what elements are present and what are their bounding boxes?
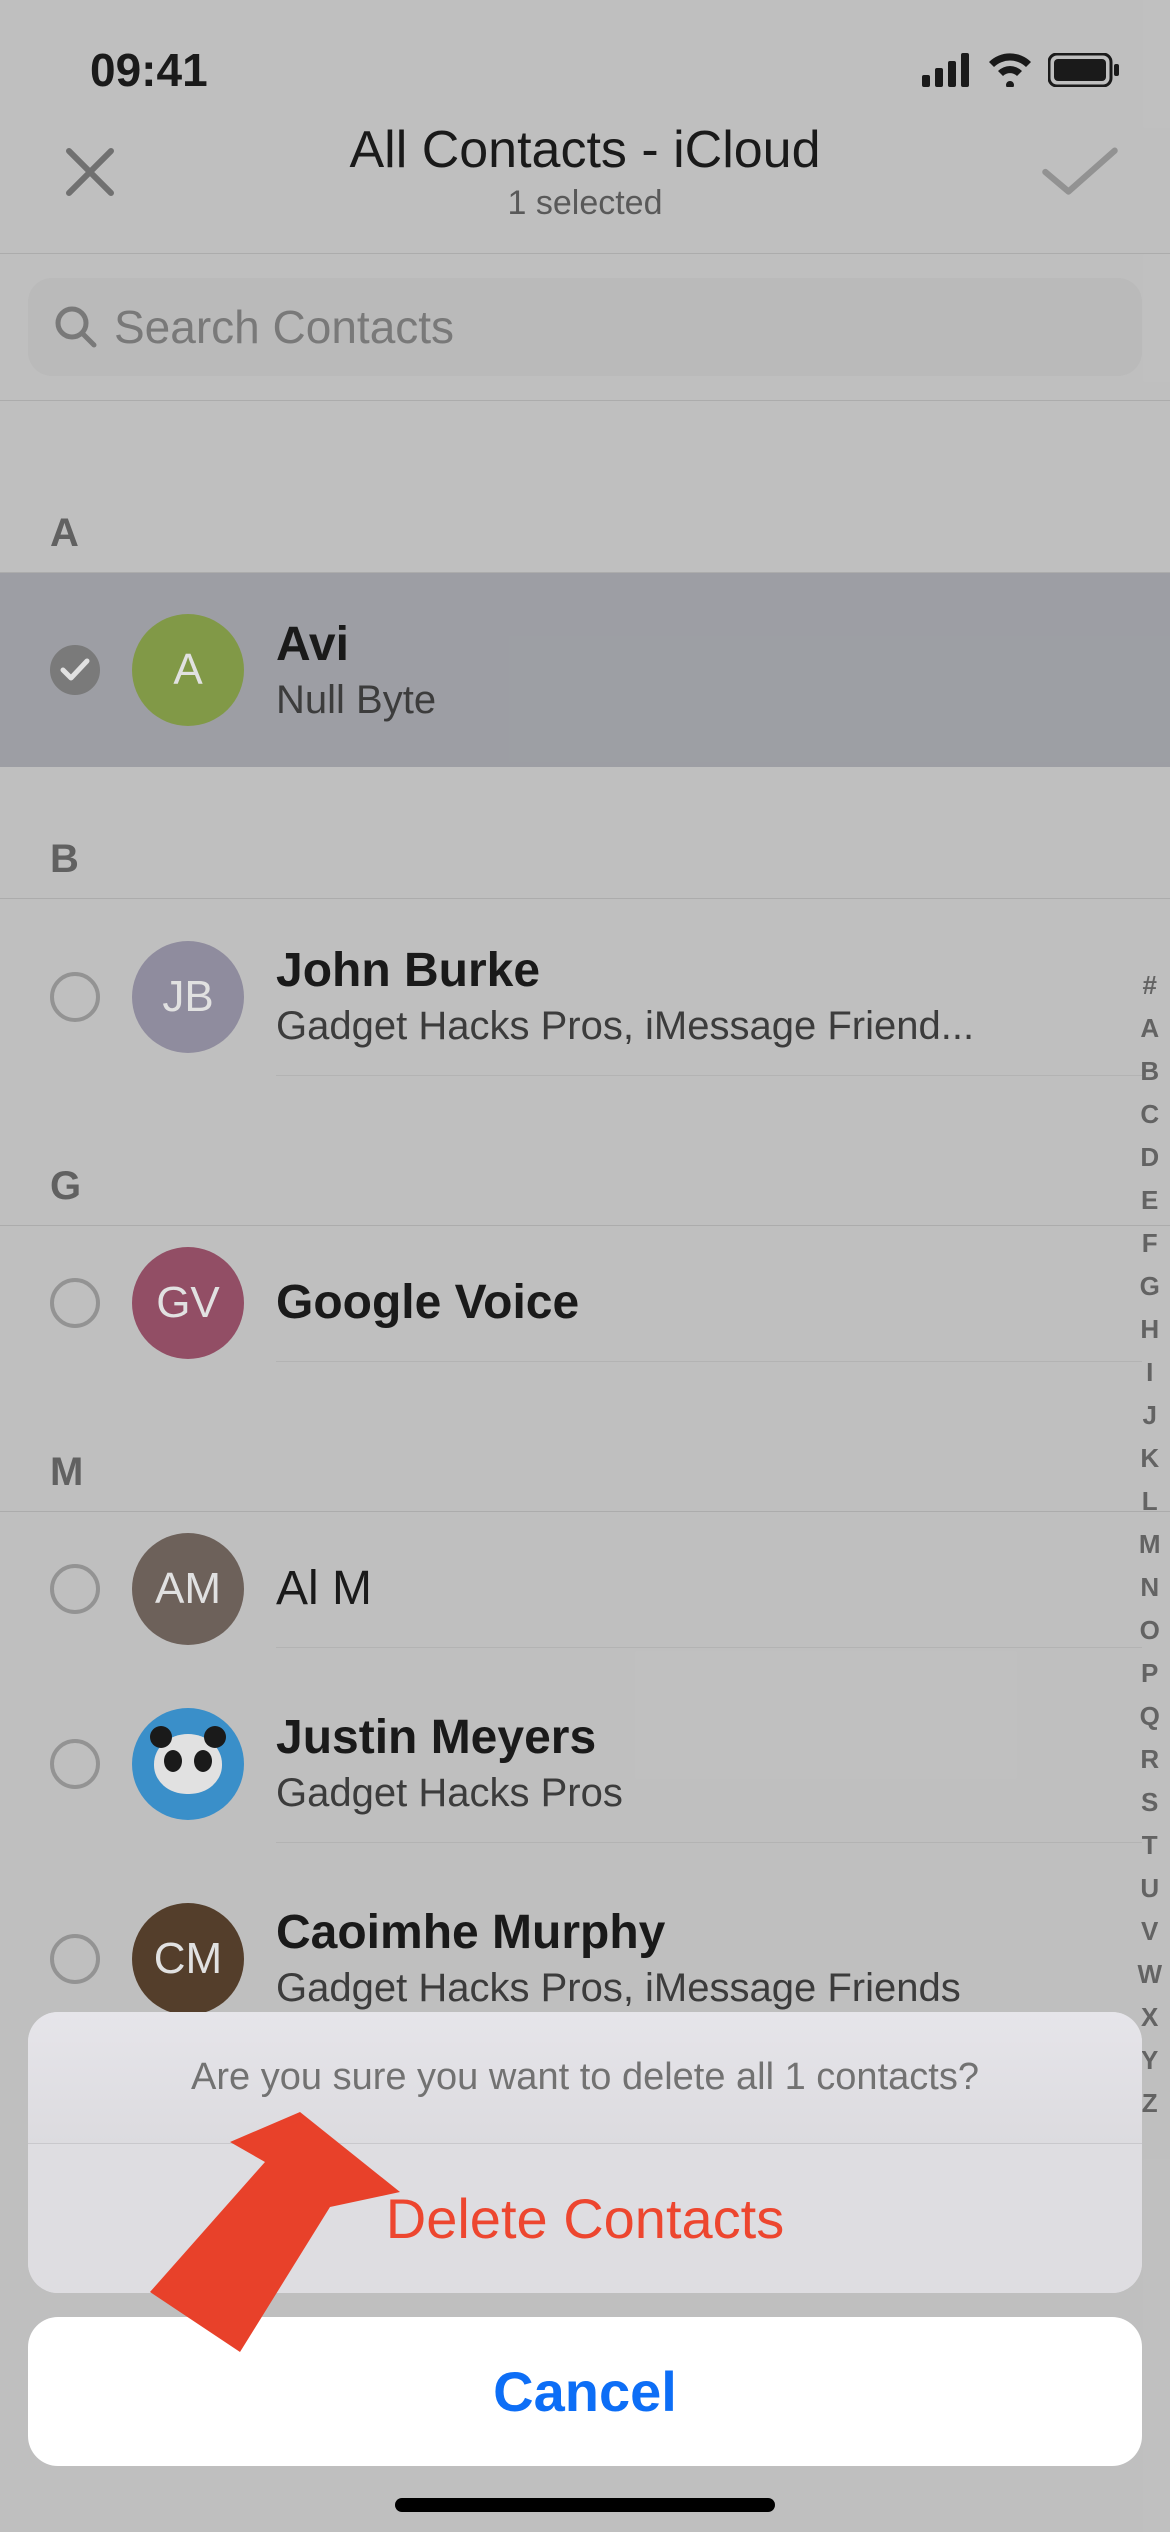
index-letter[interactable]: U: [1137, 1873, 1162, 1916]
contact-name: Avi: [276, 617, 1142, 672]
section-header-m: M: [0, 1380, 1170, 1512]
index-letter[interactable]: J: [1137, 1400, 1162, 1443]
contact-text: John Burke Gadget Hacks Pros, iMessage F…: [276, 917, 1142, 1076]
contact-name: Google Voice: [276, 1275, 1142, 1330]
contact-row-burke[interactable]: JB John Burke Gadget Hacks Pros, iMessag…: [0, 899, 1170, 1094]
search-placeholder: Search Contacts: [114, 300, 454, 354]
contact-detail: Null Byte: [276, 678, 1142, 723]
checkmark-icon: [1040, 142, 1120, 202]
index-letter[interactable]: H: [1137, 1314, 1162, 1357]
contact-text: Avi Null Byte: [276, 591, 1142, 749]
avatar-initial: GV: [156, 1278, 220, 1328]
close-button[interactable]: [50, 145, 130, 199]
row-checkbox[interactable]: [50, 1278, 100, 1328]
index-letter[interactable]: W: [1137, 1959, 1162, 2002]
avatar: [132, 1708, 244, 1820]
contact-text: Al M: [276, 1530, 1142, 1648]
section-header-a: A: [0, 401, 1170, 573]
index-letter[interactable]: #: [1137, 970, 1162, 1013]
section-header-g: G: [0, 1094, 1170, 1226]
home-indicator[interactable]: [395, 2498, 775, 2512]
index-letter[interactable]: A: [1137, 1013, 1162, 1056]
status-time: 09:41: [90, 43, 208, 97]
contact-detail: Gadget Hacks Pros: [276, 1771, 1142, 1816]
index-letter[interactable]: T: [1137, 1830, 1162, 1873]
index-letter[interactable]: I: [1137, 1357, 1162, 1400]
contact-row-gvoice[interactable]: GV Google Voice: [0, 1226, 1170, 1380]
row-checkbox[interactable]: [50, 1564, 100, 1614]
avatar-initial: AM: [155, 1564, 221, 1614]
index-letter[interactable]: F: [1137, 1228, 1162, 1271]
avatar-initial: A: [173, 645, 202, 695]
row-checkbox[interactable]: [50, 972, 100, 1022]
alpha-index-bar[interactable]: #ABCDEFGHIJKLMNOPQRSTUVWXYZ: [1137, 970, 1162, 2131]
index-letter[interactable]: K: [1137, 1443, 1162, 1486]
panda-avatar-icon: [154, 1734, 222, 1794]
index-letter[interactable]: R: [1137, 1744, 1162, 1787]
contact-row-meyers[interactable]: Justin Meyers Gadget Hacks Pros: [0, 1666, 1170, 1861]
contact-row-avi[interactable]: A Avi Null Byte: [0, 573, 1170, 767]
status-icons: [922, 53, 1120, 87]
index-letter[interactable]: M: [1137, 1529, 1162, 1572]
index-letter[interactable]: O: [1137, 1615, 1162, 1658]
avatar: GV: [132, 1247, 244, 1359]
annotation-arrow-icon: [60, 2092, 400, 2372]
close-icon: [63, 145, 117, 199]
page-title: All Contacts - iCloud: [130, 120, 1040, 180]
index-letter[interactable]: B: [1137, 1056, 1162, 1099]
row-checkbox[interactable]: [50, 1739, 100, 1789]
contact-name: Al M: [276, 1561, 1142, 1616]
avatar: CM: [132, 1903, 244, 2015]
avatar: A: [132, 614, 244, 726]
contact-name: Caoimhe Murphy: [276, 1905, 1142, 1960]
index-letter[interactable]: D: [1137, 1142, 1162, 1185]
index-letter[interactable]: S: [1137, 1787, 1162, 1830]
index-letter[interactable]: L: [1137, 1486, 1162, 1529]
wifi-icon: [986, 53, 1034, 87]
status-bar: 09:41: [0, 0, 1170, 120]
check-icon: [60, 658, 90, 682]
contact-detail: Gadget Hacks Pros, iMessage Friend...: [276, 1004, 1142, 1049]
avatar: JB: [132, 941, 244, 1053]
contact-row-alm[interactable]: AM Al M: [0, 1512, 1170, 1666]
cellular-icon: [922, 53, 972, 87]
contact-detail: Gadget Hacks Pros, iMessage Friends: [276, 1966, 1142, 2011]
index-letter[interactable]: N: [1137, 1572, 1162, 1615]
index-letter[interactable]: G: [1137, 1271, 1162, 1314]
search-icon: [54, 305, 98, 349]
contact-name: John Burke: [276, 943, 1142, 998]
section-header-b: B: [0, 767, 1170, 899]
contact-text: Google Voice: [276, 1244, 1142, 1362]
avatar-initial: CM: [154, 1934, 222, 1984]
nav-title-block: All Contacts - iCloud 1 selected: [130, 120, 1040, 223]
index-letter[interactable]: C: [1137, 1099, 1162, 1142]
contact-text: Justin Meyers Gadget Hacks Pros: [276, 1684, 1142, 1843]
index-letter[interactable]: P: [1137, 1658, 1162, 1701]
row-checkbox[interactable]: [50, 1934, 100, 1984]
index-letter[interactable]: E: [1137, 1185, 1162, 1228]
search-container: Search Contacts: [0, 254, 1170, 401]
confirm-button[interactable]: [1040, 142, 1120, 202]
contact-name: Justin Meyers: [276, 1710, 1142, 1765]
nav-header: All Contacts - iCloud 1 selected: [0, 120, 1170, 254]
search-input[interactable]: Search Contacts: [28, 278, 1142, 376]
avatar: AM: [132, 1533, 244, 1645]
index-letter[interactable]: V: [1137, 1916, 1162, 1959]
battery-icon: [1048, 53, 1120, 87]
index-letter[interactable]: Q: [1137, 1701, 1162, 1744]
selection-count: 1 selected: [130, 184, 1040, 223]
avatar-initial: JB: [162, 972, 213, 1022]
row-checkbox-checked[interactable]: [50, 645, 100, 695]
